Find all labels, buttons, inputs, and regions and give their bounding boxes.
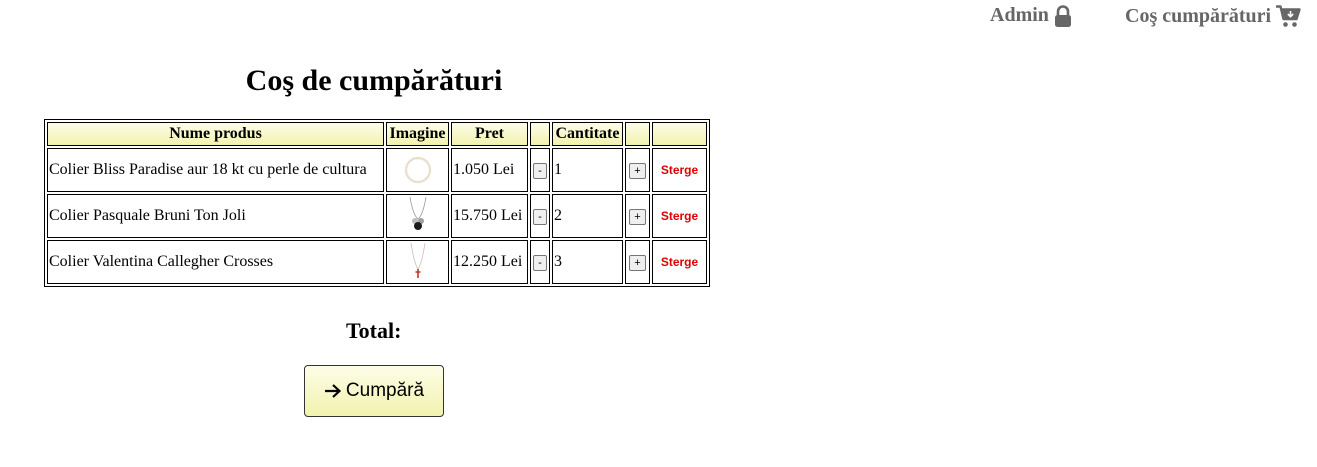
delete-cell: Sterge — [652, 194, 707, 238]
buy-button-label: Cumpără — [345, 380, 425, 401]
product-image — [386, 148, 449, 192]
delete-item-link[interactable]: Sterge — [661, 255, 698, 269]
increase-quantity-button[interactable]: + — [629, 209, 646, 225]
col-header-plus — [625, 122, 650, 146]
product-name: Colier Bliss Paradise aur 18 kt cu perle… — [47, 148, 384, 192]
arrow-right-icon — [324, 384, 342, 398]
cart-table: Nume produs Imagine Pret Cantitate Colie… — [44, 119, 710, 287]
pearl-necklace-image — [404, 156, 431, 184]
decrease-cell: - — [530, 148, 550, 192]
increase-quantity-button[interactable]: + — [629, 255, 646, 271]
increase-quantity-button[interactable]: + — [629, 163, 646, 179]
decrease-quantity-button[interactable]: - — [533, 255, 547, 271]
delete-item-link[interactable]: Sterge — [661, 209, 698, 223]
cart-link[interactable]: Coş cumpărături — [1125, 4, 1301, 28]
table-header-row: Nume produs Imagine Pret Cantitate — [47, 122, 707, 146]
col-header-price: Pret — [451, 122, 528, 146]
delete-item-link[interactable]: Sterge — [661, 163, 698, 177]
pendant-necklace-image — [409, 197, 426, 230]
page-title: Coş de cumpărături — [245, 64, 503, 97]
decrease-quantity-button[interactable]: - — [533, 163, 547, 179]
decrease-cell: - — [530, 240, 550, 284]
decrease-quantity-button[interactable]: - — [533, 209, 547, 225]
col-header-delete — [652, 122, 707, 146]
product-image — [386, 240, 449, 284]
delete-cell: Sterge — [652, 148, 707, 192]
decrease-cell: - — [530, 194, 550, 238]
table-row: Colier Valentina Callegher Crosses 12.25… — [47, 240, 707, 284]
table-row: Colier Bliss Paradise aur 18 kt cu perle… — [47, 148, 707, 192]
product-price: 1.050 Lei — [451, 148, 528, 192]
product-quantity: 3 — [552, 240, 623, 284]
col-header-quantity: Cantitate — [552, 122, 623, 146]
product-quantity: 1 — [552, 148, 623, 192]
col-header-minus — [530, 122, 550, 146]
lock-icon — [1054, 4, 1071, 27]
product-name: Colier Valentina Callegher Crosses — [47, 240, 384, 284]
product-price: 15.750 Lei — [451, 194, 528, 238]
admin-link[interactable]: Admin — [990, 4, 1073, 27]
delete-cell: Sterge — [652, 240, 707, 284]
increase-cell: + — [625, 194, 650, 238]
increase-cell: + — [625, 148, 650, 192]
product-price: 12.250 Lei — [451, 240, 528, 284]
shopping-cart-icon — [1276, 5, 1301, 27]
product-quantity: 2 — [552, 194, 623, 238]
product-name: Colier Pasquale Bruni Ton Joli — [47, 194, 384, 238]
cross-pendant-image — [410, 243, 425, 278]
table-row: Colier Pasquale Bruni Ton Joli 15.750 Le… — [47, 194, 707, 238]
product-image — [386, 194, 449, 238]
cart-label: Coş cumpărături — [1125, 4, 1272, 27]
total-label: Total: — [346, 318, 402, 343]
col-header-name: Nume produs — [47, 122, 384, 146]
admin-label: Admin — [990, 4, 1049, 26]
increase-cell: + — [625, 240, 650, 284]
col-header-image: Imagine — [386, 122, 449, 146]
buy-button[interactable]: Cumpără — [304, 365, 444, 417]
